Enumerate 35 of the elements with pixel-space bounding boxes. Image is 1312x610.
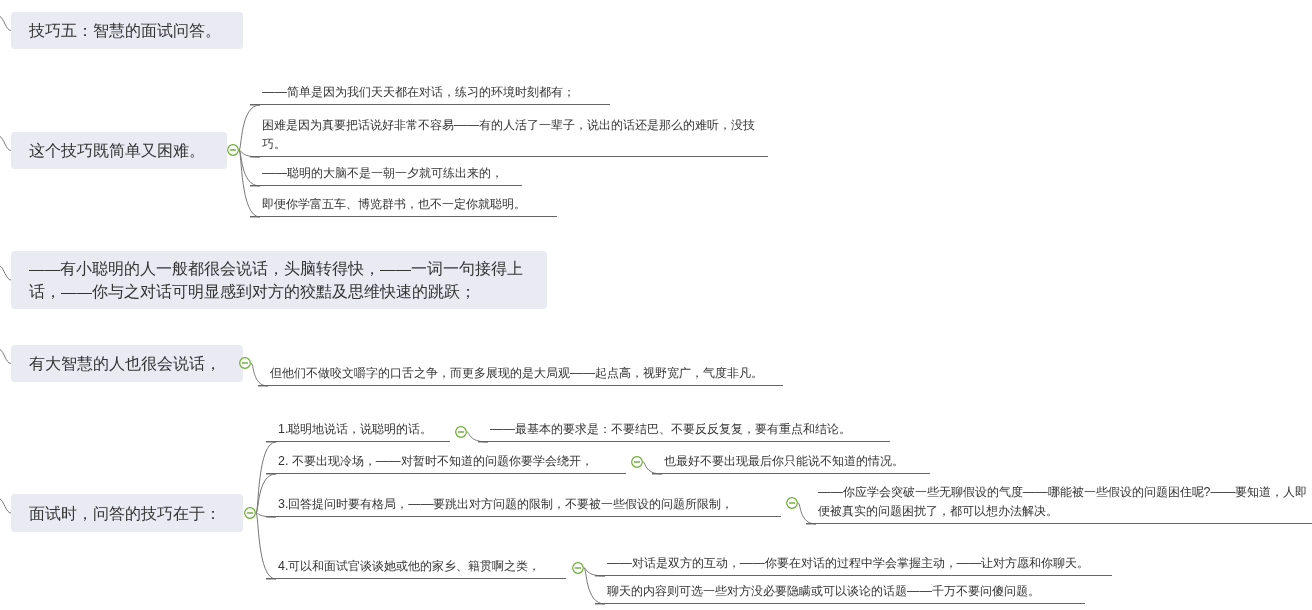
topic-node[interactable]: 有大智慧的人也很会说话， bbox=[11, 345, 243, 382]
subtopic-node[interactable]: 聊天的内容则可选一些对方没必要隐瞒或可以谈论的话题——千万不要问傻问题。 bbox=[595, 586, 1085, 604]
subtopic-node[interactable]: 但他们不做咬文嚼字的口舌之争，而更多展现的是大局观——起点高，视野宽广，气度非凡。 bbox=[258, 344, 783, 386]
collapse-icon[interactable] bbox=[227, 144, 239, 156]
connector-line bbox=[797, 502, 817, 525]
subtopic-node[interactable]: 1.聪明地说话，说聪明的话。 bbox=[266, 423, 450, 442]
connector-line bbox=[0, 349, 12, 364]
connector-line bbox=[466, 431, 489, 443]
topic-node[interactable]: 面试时，问答的技巧在于： bbox=[11, 494, 243, 532]
subtopic-node[interactable]: 2. 不要出现冷场，——对暂时不知道的问题你要学会绕开， bbox=[266, 453, 626, 474]
topic-node[interactable]: ——有小聪明的人一般都很会说话，头脑转得快，——一词一句接得上话，——你与之对话可明显感到对方的狡黠及思维快速的跳跃； bbox=[11, 251, 547, 309]
subtopic-node[interactable]: 4.可以和面试官谈谈她或他的家乡、籍贯啊之类， bbox=[266, 560, 566, 579]
subtopic-node[interactable]: 即便你学富五车、博览群书，也不一定你就聪明。 bbox=[250, 197, 557, 217]
connector-line bbox=[0, 136, 12, 151]
subtopic-node[interactable]: ——对话是双方的互动，——你要在对话的过程中学会掌握主动，——让对方愿和你聊天。 bbox=[595, 535, 1112, 576]
connector-line bbox=[250, 362, 269, 387]
collapse-icon[interactable] bbox=[631, 456, 643, 468]
connector-line bbox=[0, 498, 12, 514]
collapse-icon[interactable] bbox=[572, 562, 584, 574]
subtopic-node[interactable]: ——简单是因为我们天天都在对话，练习的环境时刻都有； bbox=[250, 86, 610, 105]
topic-node[interactable]: 技巧五：智慧的面试问答。 bbox=[11, 12, 243, 49]
connector-line bbox=[642, 461, 663, 475]
collapse-icon[interactable] bbox=[786, 497, 798, 509]
subtopic-node[interactable]: ——最基本的要求是：不要结巴、不要反反复复，要有重点和结论。 bbox=[478, 423, 890, 442]
subtopic-node[interactable]: 困难是因为真要把话说好非常不容易——有的人活了一辈子，说出的话还是那么的难听，没技巧。 bbox=[250, 116, 768, 157]
connector-line bbox=[0, 16, 12, 31]
subtopic-node[interactable]: 3.回答提问时要有格局，——要跳出对方问题的限制，不要被一些假设的问题所限制， bbox=[266, 494, 781, 517]
subtopic-node[interactable]: 也最好不要出现最后你只能说不知道的情况。 bbox=[652, 453, 930, 474]
collapse-icon[interactable] bbox=[239, 357, 251, 369]
connector-line bbox=[0, 265, 12, 281]
subtopic-node[interactable]: ——你应学会突破一些无聊假设的气度——哪能被一些假设的问题困住呢?——要知道，人即便被真实的问题困扰了，都可以想办法解决。 bbox=[806, 483, 1312, 524]
topic-node[interactable]: 这个技巧既简单又困难。 bbox=[11, 132, 227, 169]
collapse-icon[interactable] bbox=[244, 507, 256, 519]
collapse-icon[interactable] bbox=[455, 426, 467, 438]
subtopic-node[interactable]: ——聪明的大脑不是一朝一夕就可练出来的， bbox=[250, 166, 522, 186]
